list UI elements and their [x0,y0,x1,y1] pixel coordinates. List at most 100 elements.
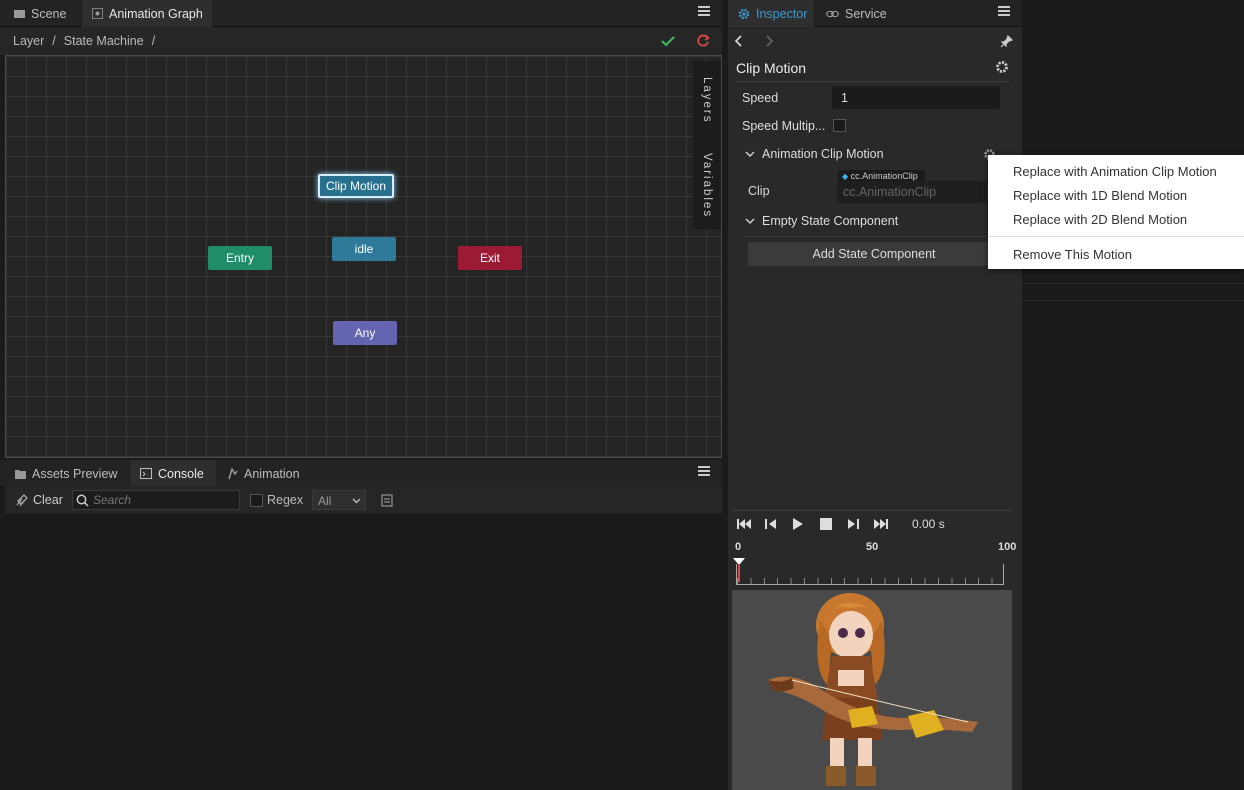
speed-multiplier-label: Speed Multip... [742,119,826,133]
document-icon[interactable] [381,494,393,507]
inspector-panel: Inspector Service Clip Motion Speed 1 Sp… [728,0,1022,790]
timeline-tick-label: 50 [866,541,879,553]
folder-icon [15,469,26,479]
terminal-icon [140,468,152,479]
clip-asset-placeholder: cc.AnimationClip [843,185,937,199]
tab-variables[interactable]: Variables [701,153,713,218]
node-exit[interactable]: Exit [458,246,522,270]
section-divider [742,236,1002,237]
inspector-title: Clip Motion [736,60,807,76]
step-back-icon[interactable] [764,518,778,532]
tab-layers[interactable]: Layers [701,77,713,124]
scene-icon [14,9,25,18]
regex-label: Regex [267,493,304,507]
forward-arrow-icon[interactable] [764,35,774,47]
menu-item-replace-clip-motion[interactable]: Replace with Animation Clip Motion [1013,164,1217,179]
tab-service[interactable]: Service [816,0,898,27]
tab-console-label: Console [158,466,204,481]
chevron-down-icon [352,498,361,504]
clear-button[interactable]: Clear [33,493,63,507]
step-forward-icon[interactable] [846,518,860,532]
console-output[interactable] [5,514,722,790]
console-panel-menu-icon[interactable] [698,466,710,476]
time-readout: 0.00 s [912,517,945,531]
tab-service-label: Service [845,6,887,21]
link-icon [826,10,839,17]
back-arrow-icon[interactable] [734,35,744,47]
tab-scene[interactable]: Scene [4,0,80,27]
menu-separator [988,236,1244,237]
stop-icon[interactable] [820,518,832,532]
clip-label: Clip [748,184,770,198]
timeline-track [736,564,1004,585]
skip-start-icon[interactable] [736,518,752,532]
skip-end-icon[interactable] [873,518,889,532]
menu-item-replace-1d-blend[interactable]: Replace with 1D Blend Motion [1013,188,1187,203]
tab-animation-label: Animation [244,466,300,481]
tab-animation[interactable]: Animation [217,460,313,487]
check-icon[interactable] [660,34,676,48]
model-preview[interactable] [732,590,1012,790]
node-exit-label: Exit [479,251,500,265]
tab-assets-preview[interactable]: Assets Preview [5,460,129,487]
regex-checkbox[interactable] [250,494,263,507]
graph-panel-menu-icon[interactable] [698,6,710,16]
right-empty-area [1022,0,1244,790]
timeline-tick-label: 0 [735,541,742,553]
inspector-tabbar: Inspector Service [728,0,1022,27]
refresh-icon[interactable] [696,34,710,48]
timeline-ruler[interactable]: 0 50 100 [732,540,1022,588]
breadcrumb-separator: / [52,34,56,48]
section-empty-state-component[interactable]: Empty State Component [762,214,898,228]
timeline-tick-label: 100 [998,541,1017,553]
breadcrumb-layer[interactable]: Layer [13,34,44,48]
tab-animation-graph-label: Animation Graph [109,6,203,21]
chevron-down-icon[interactable] [745,218,755,225]
right-divider [1022,300,1244,301]
menu-item-replace-2d-blend[interactable]: Replace with 2D Blend Motion [1013,212,1187,227]
breadcrumb-separator: / [151,34,156,48]
log-level-select[interactable]: All [312,490,366,510]
node-entry[interactable]: Entry [208,246,272,270]
node-entry-label: Entry [225,251,254,265]
diamond-icon: ◆ [842,172,849,181]
breadcrumb-state-machine[interactable]: State Machine [64,34,144,48]
broom-icon[interactable] [15,493,29,507]
tab-console[interactable]: Console [130,460,216,487]
graph-icon [92,8,103,19]
speed-input[interactable]: 1 [832,86,1000,109]
graph-panel-tabbar: Scene Animation Graph [0,0,722,27]
console-toolbar: Clear Regex All [5,486,722,514]
menu-item-remove-motion[interactable]: Remove This Motion [1013,247,1132,262]
tab-scene-label: Scene [31,6,67,21]
node-any-label: Any [354,326,376,340]
gear-icon [738,8,750,19]
node-any[interactable]: Any [333,321,397,345]
tab-animation-graph[interactable]: Animation Graph [82,0,212,27]
tab-inspector[interactable]: Inspector [728,0,814,27]
right-divider [1022,283,1244,284]
node-clip-motion[interactable]: Clip Motion [318,174,394,198]
clip-asset-field[interactable]: cc.AnimationClip [837,181,987,203]
character-model-image [768,593,978,786]
animation-icon [228,467,238,479]
speed-multiplier-checkbox[interactable] [833,119,846,132]
tab-inspector-label: Inspector [756,6,808,21]
search-box [72,490,240,510]
breadcrumb: Layer / State Machine / [0,27,722,55]
node-idle[interactable]: idle [332,237,396,261]
inspector-menu-icon[interactable] [998,6,1010,16]
section-animation-clip-motion[interactable]: Animation Clip Motion [762,147,884,161]
pin-icon[interactable] [1000,35,1013,48]
play-icon[interactable] [792,517,804,531]
node-clip-motion-label: Clip Motion [325,179,387,193]
chevron-down-icon[interactable] [745,151,755,158]
log-level-value: All [318,494,332,508]
search-icon [76,494,89,507]
preview-divider [732,510,1012,511]
add-state-component-button[interactable]: Add State Component [748,242,1000,266]
settings-gear-icon[interactable] [995,60,1009,74]
state-machine-graph[interactable]: Clip Motion Entry idle Exit Any Layers V… [5,55,722,458]
playhead-icon[interactable] [733,558,745,582]
search-input[interactable] [93,492,233,508]
